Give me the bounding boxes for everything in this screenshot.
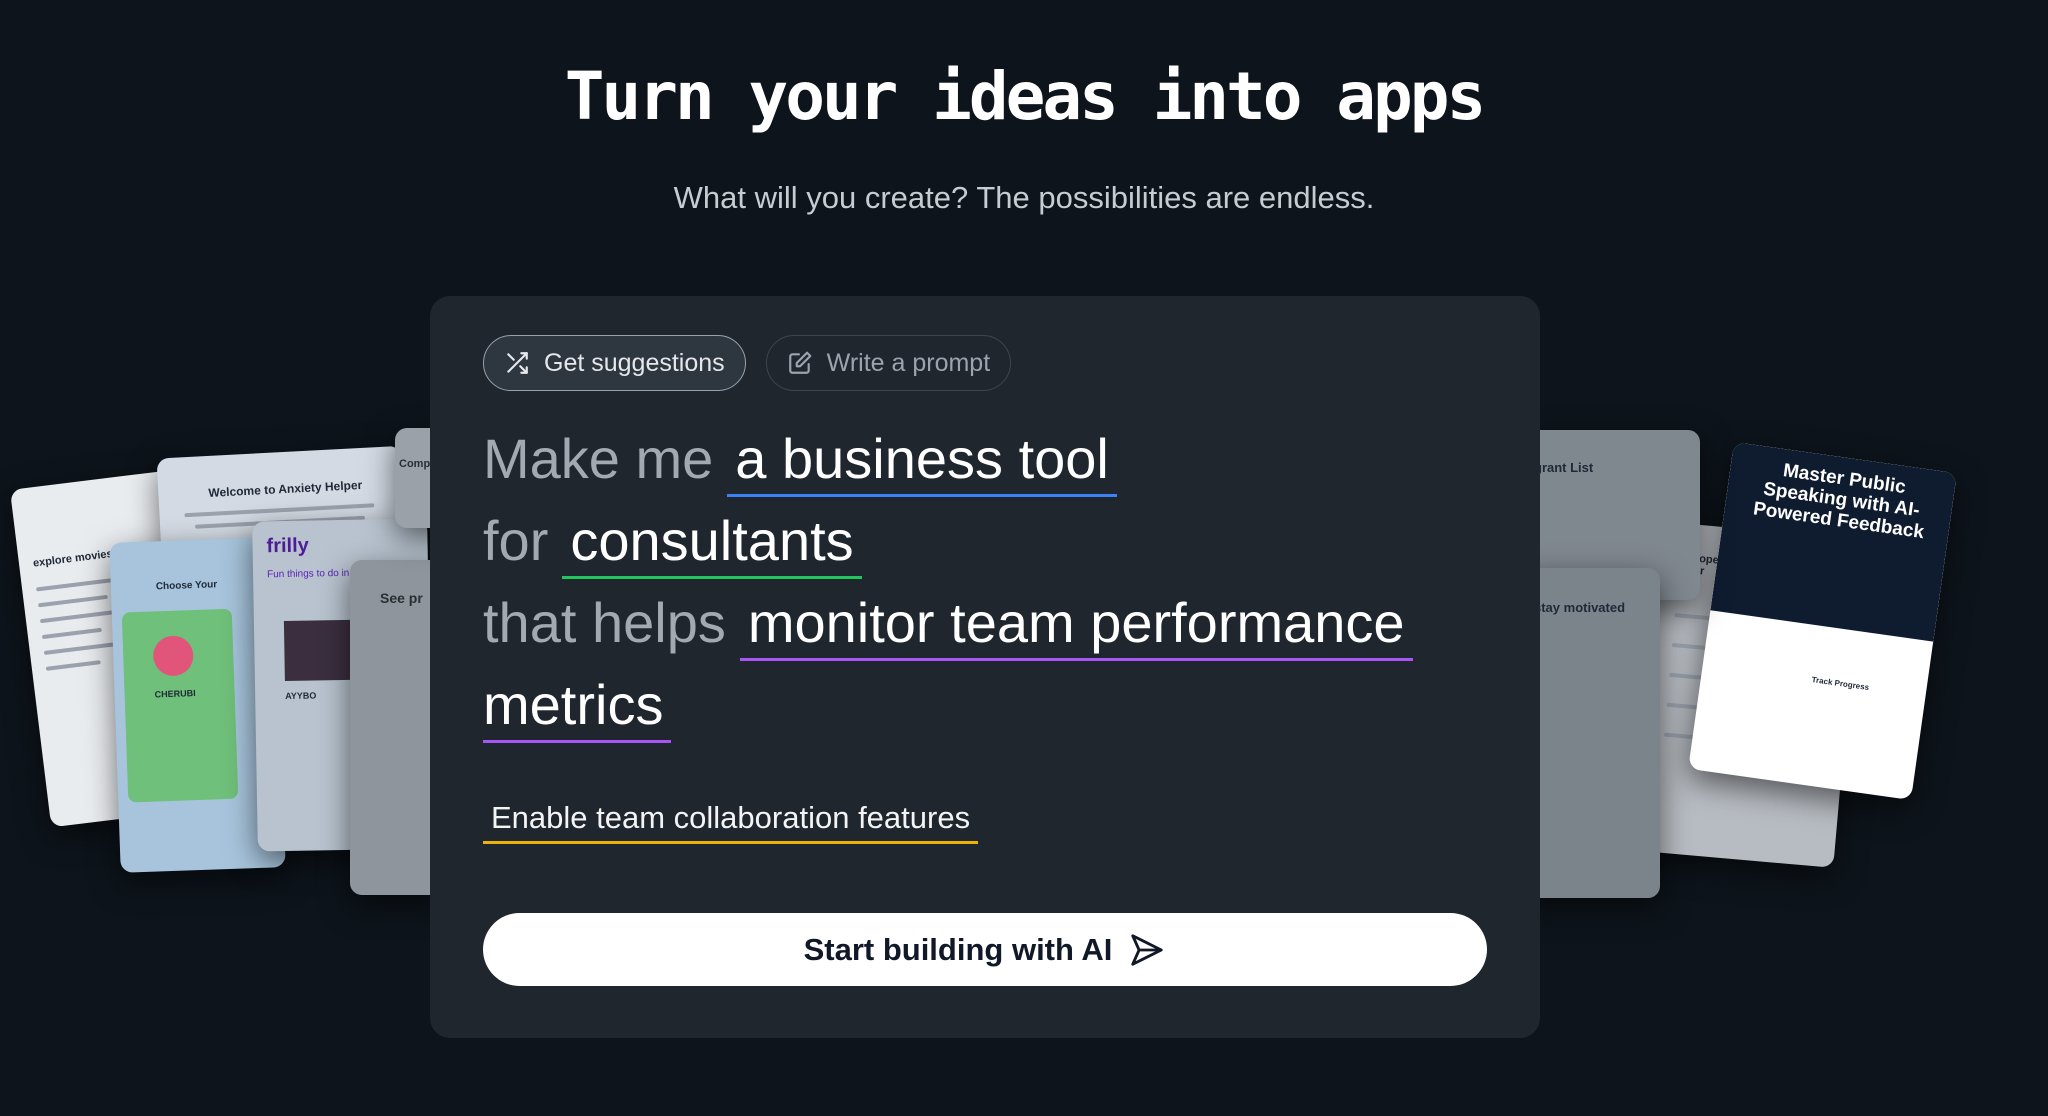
preview-card-title: Welcome to Anxiety Helper bbox=[208, 477, 363, 500]
preview-card-title: Choose Your bbox=[155, 579, 218, 593]
preview-card-public-speaking: Master Public Speaking with AI-Powered F… bbox=[1688, 441, 1957, 801]
prompt-prefix-that-helps: that helps bbox=[483, 591, 726, 654]
tab-write-prompt[interactable]: Write a prompt bbox=[765, 335, 1012, 391]
prompt-prefix-make-me: Make me bbox=[483, 427, 714, 490]
goal-selector[interactable]: monitor team performance bbox=[739, 592, 1413, 661]
start-building-label: Start building with AI bbox=[803, 931, 1113, 967]
edit-icon bbox=[788, 351, 812, 374]
start-building-button[interactable]: Start building with AI bbox=[483, 913, 1487, 986]
audience-selector[interactable]: consultants bbox=[562, 510, 862, 579]
tab-get-suggestions[interactable]: Get suggestions bbox=[483, 335, 746, 391]
preview-card-title: grant List bbox=[1534, 460, 1594, 475]
preview-card-title: Comp bbox=[399, 458, 431, 470]
prompt-builder-panel: Get suggestions Write a prompt Make me a… bbox=[430, 296, 1540, 1038]
preview-card-title: See pr bbox=[380, 590, 423, 606]
prompt-sentence: Make me a business tool for consultants … bbox=[483, 428, 1503, 756]
preview-card-stay-motivated: stay motivated bbox=[1520, 568, 1660, 898]
preview-card-text: Fun things to do in bbox=[266, 567, 350, 581]
page-subtitle: What will you create? The possibilities … bbox=[673, 180, 1375, 215]
goal-selector-continued[interactable]: metrics bbox=[483, 674, 672, 743]
page-title: Turn your ideas into apps bbox=[564, 58, 1486, 135]
feature-selector[interactable]: Enable team collaboration features bbox=[483, 800, 979, 844]
tab-label: Write a prompt bbox=[826, 348, 991, 377]
preview-card-label: CHERUBI bbox=[154, 688, 196, 700]
send-icon bbox=[1131, 933, 1164, 966]
preview-card-label: Track Progress bbox=[1811, 675, 1870, 693]
mode-tabs: Get suggestions Write a prompt bbox=[483, 335, 1012, 391]
preview-card-title: frilly bbox=[266, 534, 310, 558]
preview-card-label: AYYBO bbox=[285, 690, 317, 702]
app-type-selector[interactable]: a business tool bbox=[727, 428, 1117, 497]
prompt-prefix-for: for bbox=[483, 509, 549, 572]
shuffle-icon bbox=[507, 352, 528, 374]
preview-card-title: explore movies bbox=[32, 547, 114, 570]
tab-label: Get suggestions bbox=[544, 348, 725, 377]
preview-card-title: stay motivated bbox=[1534, 600, 1626, 615]
